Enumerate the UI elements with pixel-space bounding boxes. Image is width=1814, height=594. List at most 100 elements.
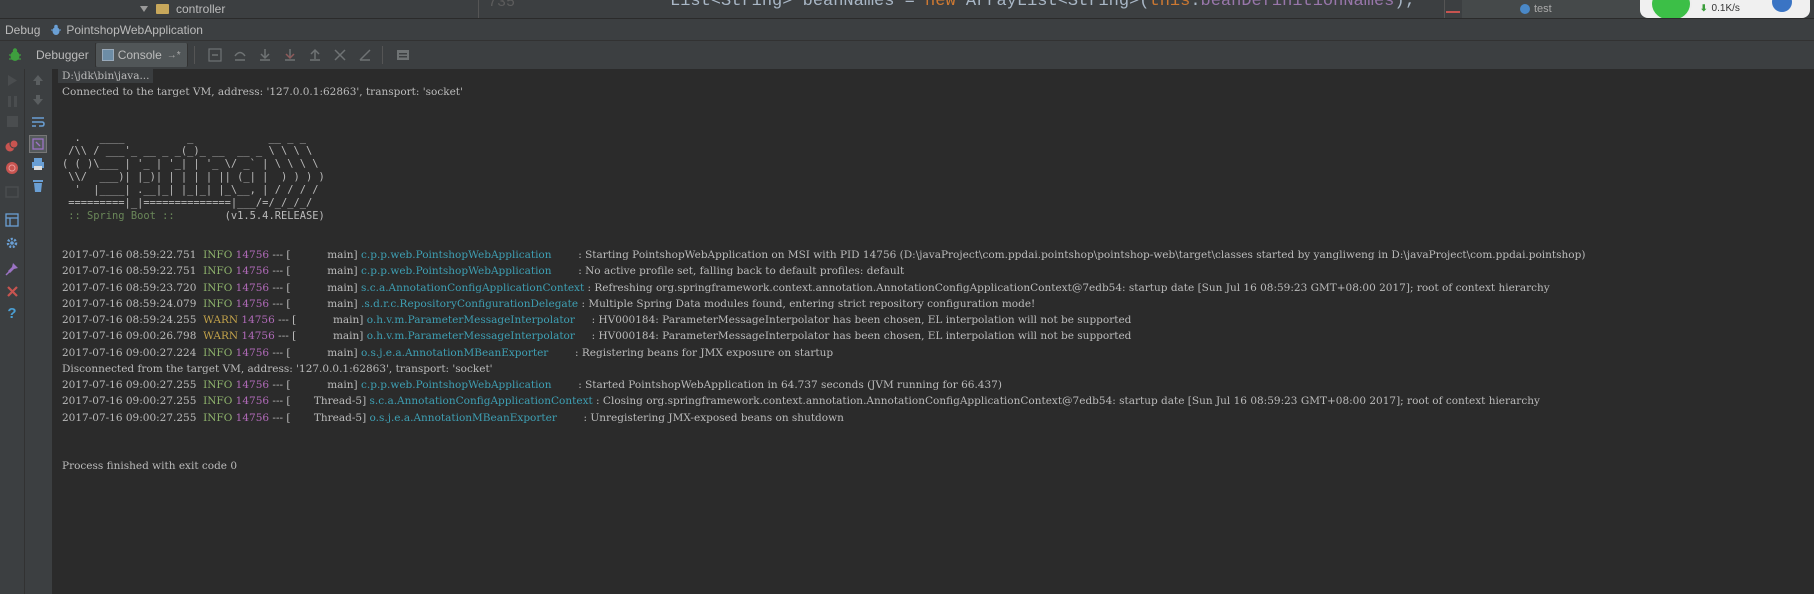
banner-line: ' |____| .__|_| |_|_| |_\__, | / / / / <box>62 184 319 196</box>
pause-icon[interactable] <box>5 94 19 108</box>
log-thread: main] <box>293 346 361 359</box>
log-message: : Unregistering JMX-exposed beans on shu… <box>583 411 844 424</box>
tool-window-name: Debug <box>5 22 41 37</box>
step-over-icon <box>234 51 246 61</box>
log-logger: s.c.a.AnnotationConfigApplicationContext <box>361 281 588 294</box>
get-thread-dump-icon[interactable] <box>5 185 19 199</box>
step-over-button[interactable] <box>229 44 251 66</box>
pin-icon[interactable]: →* <box>167 50 181 61</box>
log-logger: o.s.j.e.a.AnnotationMBeanExporter <box>361 346 576 359</box>
log-separator: --- [ <box>272 346 294 359</box>
log-level: INFO <box>203 281 236 294</box>
log-level: INFO <box>203 379 236 391</box>
log-thread: main] <box>293 297 361 310</box>
run-to-cursor-button[interactable] <box>354 44 376 66</box>
console-icon <box>101 49 114 61</box>
bug-icon <box>51 24 62 35</box>
force-step-into-icon <box>284 49 295 61</box>
download-arrow-icon: ⬇ <box>1700 3 1708 13</box>
banner-line: \\/ ___)| |_)| | | | | || (_| | ) ) ) ) <box>62 171 325 183</box>
log-message: : Refreshing org.springframework.context… <box>587 281 1550 294</box>
status-label: test <box>1534 3 1552 15</box>
help-icon[interactable]: ? <box>5 305 19 322</box>
debug-bug-icon <box>9 48 21 61</box>
evaluate-icon <box>396 50 409 60</box>
log-thread: main] <box>293 249 361 261</box>
tab-debugger-label: Debugger <box>36 48 89 62</box>
console-output[interactable]: D:\jdk\bin\java... Connected to the targ… <box>53 69 1814 594</box>
stop-icon[interactable] <box>5 114 19 128</box>
code-field: beanDefinitionNames <box>1200 0 1395 11</box>
log-line: 2017-07-16 09:00:26.798 WARN 14756 --- [… <box>62 329 1131 343</box>
close-icon[interactable] <box>5 284 19 298</box>
print-icon[interactable] <box>31 157 45 171</box>
tab-console-label: Console <box>117 48 162 62</box>
log-thread: main] <box>293 265 361 278</box>
log-timestamp: 2017-07-16 09:00:27.255 <box>62 411 204 424</box>
log-line: 2017-07-16 08:59:24.255 WARN 14756 --- [… <box>62 313 1131 327</box>
log-line: 2017-07-16 09:00:27.255 INFO 14756 --- [… <box>62 411 844 425</box>
log-line: 2017-07-16 09:00:27.255 INFO 14756 --- [… <box>62 378 1002 392</box>
restore-layout-icon[interactable] <box>5 213 19 227</box>
log-message: : Started PointshopWebApplication in 64.… <box>578 379 1002 391</box>
mute-breakpoints-icon[interactable] <box>5 161 19 175</box>
log-thread: main] <box>293 281 361 294</box>
scroll-up-icon[interactable] <box>31 73 45 87</box>
run-config-name[interactable]: PointshopWebApplication <box>66 23 203 37</box>
net-speed-value: 0.1K/s <box>1711 3 1740 14</box>
expand-arrow-icon[interactable] <box>140 6 148 12</box>
log-timestamp: 2017-07-16 08:59:22.751 <box>62 265 204 278</box>
log-line: 2017-07-16 08:59:22.751 INFO 14756 --- [… <box>62 248 1585 262</box>
code-text: List<String> beanNames = <box>670 0 926 11</box>
settings-gear-icon[interactable] <box>5 236 19 250</box>
log-logger: c.p.p.web.PointshopWebApplication <box>361 249 579 261</box>
tool-window-title: Debug PointshopWebApplication <box>0 18 1814 40</box>
step-into-icon <box>259 49 270 61</box>
log-separator: --- [ <box>272 411 294 424</box>
drop-frame-button[interactable] <box>329 44 351 66</box>
log-logger: .s.d.r.c.RepositoryConfigurationDelegate <box>361 297 582 310</box>
tab-console[interactable]: Console →* <box>95 43 188 67</box>
log-line: 2017-07-16 08:59:24.079 INFO 14756 --- [… <box>62 297 1035 311</box>
tab-debugger[interactable]: Debugger <box>30 43 96 67</box>
gutter-divider <box>478 0 479 18</box>
log-separator: --- [ <box>272 379 294 391</box>
resume-button[interactable] <box>0 41 30 69</box>
toolbar-separator <box>193 46 195 64</box>
status-item[interactable]: test <box>1520 3 1552 15</box>
connected-message: Connected to the target VM, address: '12… <box>62 86 463 98</box>
trash-icon[interactable] <box>31 179 45 193</box>
rerun-icon[interactable] <box>5 73 19 87</box>
show-execution-point-button[interactable] <box>204 44 226 66</box>
view-breakpoints-icon[interactable] <box>5 139 19 153</box>
log-separator: --- [ <box>272 265 294 278</box>
log-pid: 14756 <box>235 281 273 294</box>
network-status-icon[interactable] <box>1650 0 1692 18</box>
log-pid: 14756 <box>235 346 273 359</box>
log-timestamp: 2017-07-16 08:59:24.255 <box>62 314 204 326</box>
log-line: 2017-07-16 08:59:22.751 INFO 14756 --- [… <box>62 264 904 278</box>
scroll-to-end-icon[interactable] <box>29 135 47 153</box>
command-line[interactable]: D:\jdk\bin\java... <box>58 69 154 83</box>
editor-right-margin <box>1444 0 1445 18</box>
log-line: 2017-07-16 08:59:23.720 INFO 14756 --- [… <box>62 281 1550 295</box>
error-marker[interactable] <box>1446 11 1460 13</box>
code-line[interactable]: List<String> beanNames = new ArrayList<S… <box>670 0 1415 11</box>
project-tree-item[interactable]: controller <box>140 0 225 18</box>
force-step-into-button[interactable] <box>279 44 301 66</box>
folder-icon <box>156 4 169 14</box>
pin-tab-icon[interactable] <box>5 262 19 276</box>
console-actions-sidebar <box>25 69 53 594</box>
step-out-button[interactable] <box>304 44 326 66</box>
log-logger: o.h.v.m.ParameterMessageInterpolator <box>366 314 592 326</box>
log-level: WARN <box>203 314 242 326</box>
execution-point-icon <box>208 48 222 62</box>
step-into-button[interactable] <box>254 44 276 66</box>
evaluate-button[interactable] <box>392 44 414 66</box>
scroll-down-icon[interactable] <box>31 93 45 107</box>
log-level: INFO <box>203 265 236 278</box>
log-message: : HV000184: ParameterMessageInterpolator… <box>591 314 1132 326</box>
banner-line: /\\ / ___'_ __ _ _(_)_ __ __ _ \ \ \ \ <box>62 145 313 157</box>
log-separator: --- [ <box>272 281 294 294</box>
soft-wrap-icon[interactable] <box>31 115 45 129</box>
